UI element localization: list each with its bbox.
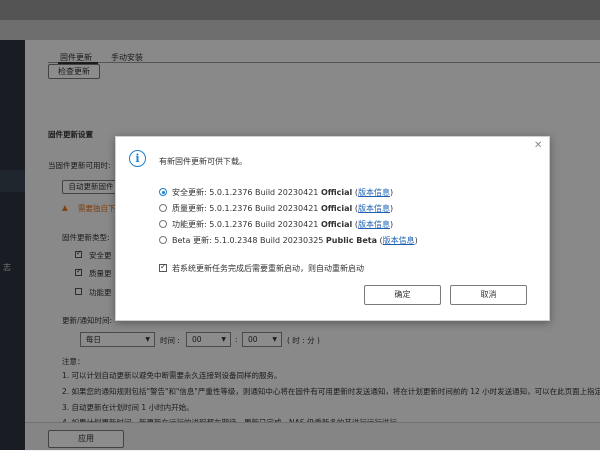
option-security[interactable]: 安全更新: 5.0.1.2376 Build 20230421 Official… xyxy=(159,187,393,198)
option-quality-text: 质量更新: 5.0.1.2376 Build 20230421 xyxy=(172,204,321,213)
auto-restart-label: 若系统更新任务完成后需要重新启动，则自动重新启动 xyxy=(172,264,364,273)
option-security-text: 安全更新: 5.0.1.2376 Build 20230421 xyxy=(172,188,321,197)
update-dialog: i ✕ 有新固件更新可供下载。 安全更新: 5.0.1.2376 Build 2… xyxy=(115,136,550,321)
release-notes-link[interactable]: 版本信息 xyxy=(358,188,390,197)
option-beta[interactable]: Beta 更新: 5.1.0.2348 Build 20230325 Publi… xyxy=(159,235,418,246)
option-quality[interactable]: 质量更新: 5.0.1.2376 Build 20230421 Official… xyxy=(159,203,393,214)
option-feature[interactable]: 功能更新: 5.0.1.2376 Build 20230421 Official… xyxy=(159,219,393,230)
auto-restart-checkbox[interactable] xyxy=(159,262,167,272)
auto-restart-option[interactable]: 若系统更新任务完成后需要重新启动，则自动重新启动 xyxy=(159,262,364,274)
option-beta-text: Beta 更新: 5.1.0.2348 Build 20230325 xyxy=(172,236,326,245)
radio-feature[interactable] xyxy=(159,220,167,228)
option-beta-edition: Public Beta xyxy=(325,236,377,245)
radio-beta[interactable] xyxy=(159,236,167,244)
close-icon[interactable]: ✕ xyxy=(534,140,542,151)
info-icon: i xyxy=(129,150,146,167)
release-notes-link[interactable]: 版本信息 xyxy=(358,204,390,213)
option-security-edition: Official xyxy=(320,188,353,197)
cancel-button[interactable]: 取消 xyxy=(450,285,527,305)
dialog-title: 有新固件更新可供下载。 xyxy=(159,157,247,166)
radio-security[interactable] xyxy=(159,188,167,196)
radio-quality[interactable] xyxy=(159,204,167,212)
release-notes-link[interactable]: 版本信息 xyxy=(358,220,390,229)
ok-button[interactable]: 确定 xyxy=(364,285,441,305)
release-notes-link[interactable]: 版本信息 xyxy=(383,236,415,245)
option-quality-edition: Official xyxy=(320,204,353,213)
option-feature-edition: Official xyxy=(320,220,353,229)
option-feature-text: 功能更新: 5.0.1.2376 Build 20230421 xyxy=(172,220,321,229)
